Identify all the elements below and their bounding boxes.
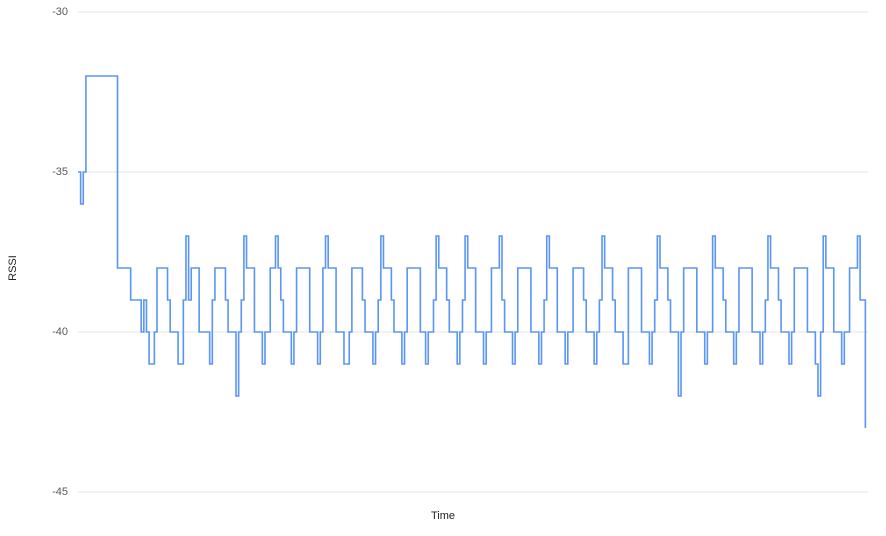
- y-tick-label: -30: [52, 6, 78, 18]
- y-axis-label: RSSI: [7, 255, 19, 281]
- y-tick-label: -40: [52, 326, 78, 338]
- x-axis-label: Time: [431, 510, 455, 522]
- y-tick-label: -35: [52, 166, 78, 178]
- y-tick-label: -45: [52, 486, 78, 498]
- grid-lines: [78, 12, 868, 492]
- chart-svg: [78, 12, 868, 492]
- plot-area: -30 -35 -40 -45: [78, 12, 868, 492]
- rssi-series-line: [78, 76, 865, 428]
- rssi-line-chart: RSSI Time -30 -35 -40 -45: [0, 0, 886, 536]
